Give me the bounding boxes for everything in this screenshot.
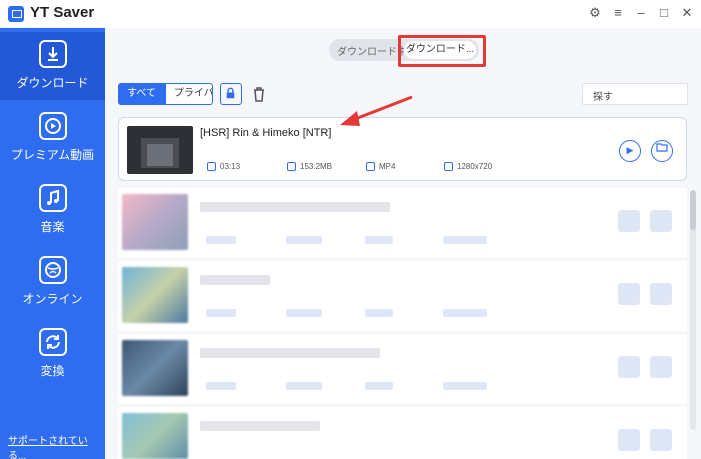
- redacted-title: [200, 202, 390, 212]
- tab-downloading[interactable]: ダウンロード中: [337, 43, 407, 58]
- video-thumbnail: [122, 194, 188, 250]
- music-icon: [39, 184, 67, 212]
- filter-all-button[interactable]: すべて: [118, 83, 165, 105]
- highlight-annotation: [398, 35, 486, 67]
- storage-icon: [287, 162, 296, 171]
- video-thumbnail: [122, 340, 188, 396]
- settings-icon[interactable]: ⚙: [586, 4, 604, 22]
- redacted-meta: [286, 236, 322, 244]
- redacted-title: [200, 348, 380, 358]
- globe-icon: [39, 256, 67, 284]
- play-button[interactable]: [618, 429, 640, 451]
- resolution-text: 1280x720: [457, 162, 493, 171]
- sidebar-item-label: ダウンロード: [16, 76, 89, 90]
- redacted-meta: [365, 236, 393, 244]
- redacted-meta: [286, 309, 322, 317]
- supported-sites-link[interactable]: サポートされている...: [8, 432, 105, 459]
- file-icon: [366, 162, 375, 171]
- app-logo-icon: [8, 6, 24, 22]
- play-button[interactable]: [618, 356, 640, 378]
- redacted-meta: [206, 309, 236, 317]
- duration-text: 03:13: [220, 162, 241, 171]
- app-title: YT Saver: [30, 4, 95, 21]
- open-folder-button[interactable]: [650, 356, 672, 378]
- trash-icon[interactable]: [248, 83, 270, 105]
- redacted-meta: [443, 309, 487, 317]
- play-icon: [39, 112, 67, 140]
- redacted-meta: [365, 382, 393, 390]
- sidebar-item-download[interactable]: ダウンロード: [0, 32, 105, 100]
- convert-icon: [39, 328, 67, 356]
- size-text: 153.2MB: [300, 162, 333, 171]
- file-format: MP4: [366, 162, 395, 171]
- list-item[interactable]: [118, 407, 687, 459]
- file-size: 153.2MB: [287, 162, 332, 171]
- search-input[interactable]: 探す: [582, 83, 688, 105]
- play-button[interactable]: ▶: [619, 140, 641, 162]
- list-item[interactable]: [118, 334, 687, 404]
- sidebar-item-label: 変換: [40, 364, 65, 378]
- title-bar: YT Saver ⚙ ≡ – □ ✕: [0, 0, 701, 28]
- scrollbar-thumb[interactable]: [690, 190, 696, 230]
- open-folder-button[interactable]: [650, 429, 672, 451]
- monitor-icon: [444, 162, 453, 171]
- redacted-meta: [286, 382, 322, 390]
- filter-group: すべて プライバ...: [118, 83, 213, 105]
- minimize-button[interactable]: –: [632, 4, 650, 22]
- video-thumbnail: [127, 126, 193, 174]
- sidebar-item-label: 音楽: [40, 220, 65, 234]
- sidebar-item-convert[interactable]: 変換: [0, 320, 105, 388]
- redacted-meta: [443, 382, 487, 390]
- redacted-title: [200, 275, 270, 285]
- sidebar-item-music[interactable]: 音楽: [0, 176, 105, 244]
- filter-private-button[interactable]: プライバ...: [164, 83, 213, 105]
- sidebar-item-label: オンライン: [22, 292, 83, 306]
- play-button[interactable]: [618, 283, 640, 305]
- redacted-meta: [443, 236, 487, 244]
- open-folder-button[interactable]: [650, 210, 672, 232]
- format-text: MP4: [379, 162, 396, 171]
- sidebar-item-online[interactable]: オンライン: [0, 248, 105, 316]
- video-thumbnail: [122, 413, 188, 459]
- sidebar-item-premium[interactable]: プレミアム動画: [0, 104, 105, 172]
- close-button[interactable]: ✕: [678, 4, 696, 22]
- play-button[interactable]: [618, 210, 640, 232]
- open-folder-button[interactable]: [651, 140, 673, 162]
- list-item[interactable]: [118, 188, 687, 258]
- open-folder-button[interactable]: [650, 283, 672, 305]
- menu-icon[interactable]: ≡: [609, 4, 627, 22]
- redacted-meta: [206, 382, 236, 390]
- sidebar-item-label: プレミアム動画: [10, 148, 95, 162]
- lock-folder-icon[interactable]: [220, 83, 242, 105]
- duration: 03:13: [207, 162, 240, 171]
- video-title: [HSR] Rin & Himeko [NTR]: [200, 127, 332, 139]
- download-icon: [39, 40, 67, 68]
- video-item[interactable]: [HSR] Rin & Himeko [NTR] 03:13 153.2MB M…: [118, 117, 687, 181]
- list-item[interactable]: [118, 261, 687, 331]
- sidebar: ダウンロード プレミアム動画 音楽 オンライン 変換 サポートされている...: [0, 28, 105, 459]
- video-thumbnail: [122, 267, 188, 323]
- main-panel: ダウンロード中 ダウンロード... すべて プライバ... 探す [HSR] R…: [105, 28, 701, 459]
- redacted-meta: [206, 236, 236, 244]
- clock-icon: [207, 162, 216, 171]
- resolution: 1280x720: [444, 162, 492, 171]
- redacted-title: [200, 421, 320, 431]
- maximize-button[interactable]: □: [655, 4, 673, 22]
- scrollbar[interactable]: [690, 190, 696, 430]
- redacted-meta: [365, 309, 393, 317]
